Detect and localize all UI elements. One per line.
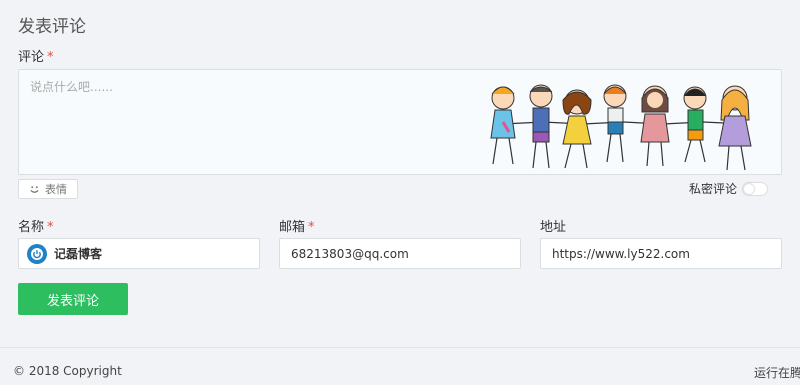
email-label-text: 邮箱: [279, 220, 306, 235]
name-label-text: 名称: [18, 220, 45, 235]
emoji-icon: [30, 185, 39, 193]
footer-divider: [0, 347, 800, 348]
email-field[interactable]: [279, 238, 521, 269]
email-label: 邮箱 *: [279, 216, 315, 235]
emoji-button-label: 表情: [45, 183, 67, 196]
url-label: 地址: [540, 216, 566, 235]
emoji-button[interactable]: 表情: [18, 179, 78, 199]
private-comment-label: 私密评论: [689, 182, 738, 196]
required-mark: *: [47, 220, 54, 235]
url-label-text: 地址: [540, 220, 567, 235]
comment-label: 评论 *: [18, 46, 54, 65]
toggle-knob: [744, 183, 755, 194]
footer-running-text: 运行在腾: [754, 366, 800, 380]
comment-textarea[interactable]: [19, 70, 781, 174]
name-input[interactable]: [54, 246, 259, 261]
avatar: [27, 243, 47, 264]
comment-box[interactable]: [18, 69, 782, 175]
page-title: 发表评论: [18, 17, 86, 37]
url-field[interactable]: [540, 238, 782, 269]
name-label: 名称 *: [18, 216, 54, 235]
private-comment: 私密评论: [689, 180, 769, 197]
private-comment-toggle[interactable]: [742, 181, 769, 196]
name-field[interactable]: [18, 238, 260, 269]
required-mark: *: [47, 50, 54, 65]
comment-label-text: 评论: [18, 50, 45, 65]
url-input[interactable]: [552, 246, 781, 261]
required-mark: *: [308, 220, 315, 235]
submit-comment-button[interactable]: 发表评论: [18, 283, 128, 315]
power-icon: [31, 247, 43, 260]
email-input[interactable]: [291, 246, 520, 261]
footer-copyright: © 2018 Copyright: [13, 364, 122, 378]
